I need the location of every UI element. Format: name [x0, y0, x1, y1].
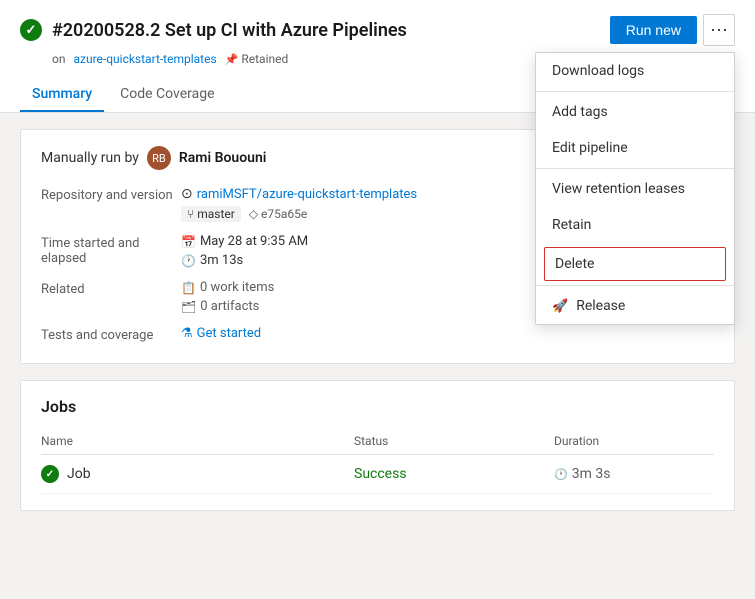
dropdown-add-tags[interactable]: Add tags [536, 94, 734, 130]
artifact-icon: 🗂 [181, 300, 196, 314]
branch-badge: ⑂ master [181, 206, 241, 222]
dropdown-view-retention[interactable]: View retention leases [536, 171, 734, 207]
commit-hash: e75a65e [261, 207, 307, 221]
pipeline-name: Set up CI with Azure Pipelines [165, 20, 407, 41]
col-duration: Duration [554, 428, 714, 455]
run-new-button[interactable]: Run new [610, 16, 697, 44]
github-icon: ⊙ [181, 186, 193, 202]
user-name: Rami Bououni [179, 150, 267, 166]
time-label: Time started and elapsed [41, 234, 181, 268]
job-success-icon [41, 465, 59, 483]
tab-code-coverage[interactable]: Code Coverage [108, 78, 226, 112]
tab-summary[interactable]: Summary [20, 78, 104, 112]
clock-icon: 🕐 [181, 254, 196, 268]
col-status: Status [354, 428, 554, 455]
branch-icon: ⑂ [187, 207, 194, 221]
time-started: May 28 at 9:35 AM [200, 234, 308, 249]
pin-icon: 📌 [225, 53, 239, 66]
jobs-title: Jobs [41, 397, 714, 416]
more-options-button[interactable]: ⋯ [703, 14, 735, 46]
pipeline-success-icon [20, 19, 42, 41]
run-number: #20200528.2 [52, 20, 160, 41]
jobs-header-row: Name Status Duration [41, 428, 714, 455]
user-avatar: RB [147, 146, 171, 170]
dropdown-divider-1 [536, 91, 734, 92]
dropdown-divider-3 [536, 285, 734, 286]
work-items-count: 0 work items [200, 280, 274, 295]
dropdown-delete[interactable]: Delete [544, 247, 726, 281]
jobs-card: Jobs Name Status Duration Job [20, 380, 735, 511]
flask-icon: ⚗ [181, 326, 193, 341]
branch-name: master [197, 207, 235, 221]
workitem-icon: 📋 [181, 281, 196, 295]
dropdown-retain[interactable]: Retain [536, 207, 734, 243]
job-status-cell: Success [354, 455, 554, 494]
jobs-table-header: Name Status Duration [41, 428, 714, 455]
artifacts-count: 0 artifacts [200, 299, 259, 314]
retained-label: Retained [241, 52, 288, 66]
dropdown-download-logs[interactable]: Download logs [536, 53, 734, 89]
get-started-text: Get started [197, 326, 261, 341]
header-title-row: #20200528.2 Set up CI with Azure Pipelin… [20, 19, 407, 41]
header-top: #20200528.2 Set up CI with Azure Pipelin… [20, 14, 735, 46]
manually-label: Manually run by [41, 150, 139, 166]
elapsed-time: 3m 13s [200, 253, 243, 268]
retained-badge: 📌 Retained [225, 52, 289, 66]
page-title: #20200528.2 Set up CI with Azure Pipelin… [52, 20, 407, 41]
tests-label: Tests and coverage [41, 326, 181, 343]
jobs-table: Name Status Duration Job Success [41, 428, 714, 494]
job-status: Success [354, 466, 407, 482]
job-duration-cell: 🕐 3m 3s [554, 455, 714, 494]
repo-label: Repository and version [41, 186, 181, 222]
related-label: Related [41, 280, 181, 314]
dropdown-divider-2 [536, 168, 734, 169]
dropdown-edit-pipeline[interactable]: Edit pipeline [536, 130, 734, 166]
repo-link[interactable]: azure-quickstart-templates [73, 52, 216, 66]
on-label: on [52, 52, 65, 66]
job-name-inner: Job [41, 465, 354, 483]
more-icon: ⋯ [710, 20, 728, 41]
tests-value: ⚗ Get started [181, 326, 714, 343]
get-started-link[interactable]: ⚗ Get started [181, 326, 714, 341]
rocket-icon: 🚀 [552, 299, 568, 314]
job-name[interactable]: Job [67, 466, 91, 482]
job-duration: 3m 3s [572, 466, 611, 482]
jobs-table-body: Job Success 🕐 3m 3s [41, 455, 714, 494]
col-name: Name [41, 428, 354, 455]
calendar-icon: 📅 [181, 235, 196, 249]
job-name-cell: Job [41, 455, 354, 494]
header-actions: Run new ⋯ [610, 14, 735, 46]
dropdown-menu: Download logs Add tags Edit pipeline Vie… [535, 52, 735, 325]
commit-badge: ◇ e75a65e [249, 207, 307, 221]
duration-clock-icon: 🕐 [554, 468, 568, 481]
commit-icon: ◇ [249, 207, 258, 221]
table-row: Job Success 🕐 3m 3s [41, 455, 714, 494]
repo-full-link[interactable]: ramiMSFT/azure-quickstart-templates [197, 187, 417, 202]
duration-inner: 🕐 3m 3s [554, 466, 714, 482]
dropdown-release[interactable]: 🚀 Release [536, 288, 734, 324]
